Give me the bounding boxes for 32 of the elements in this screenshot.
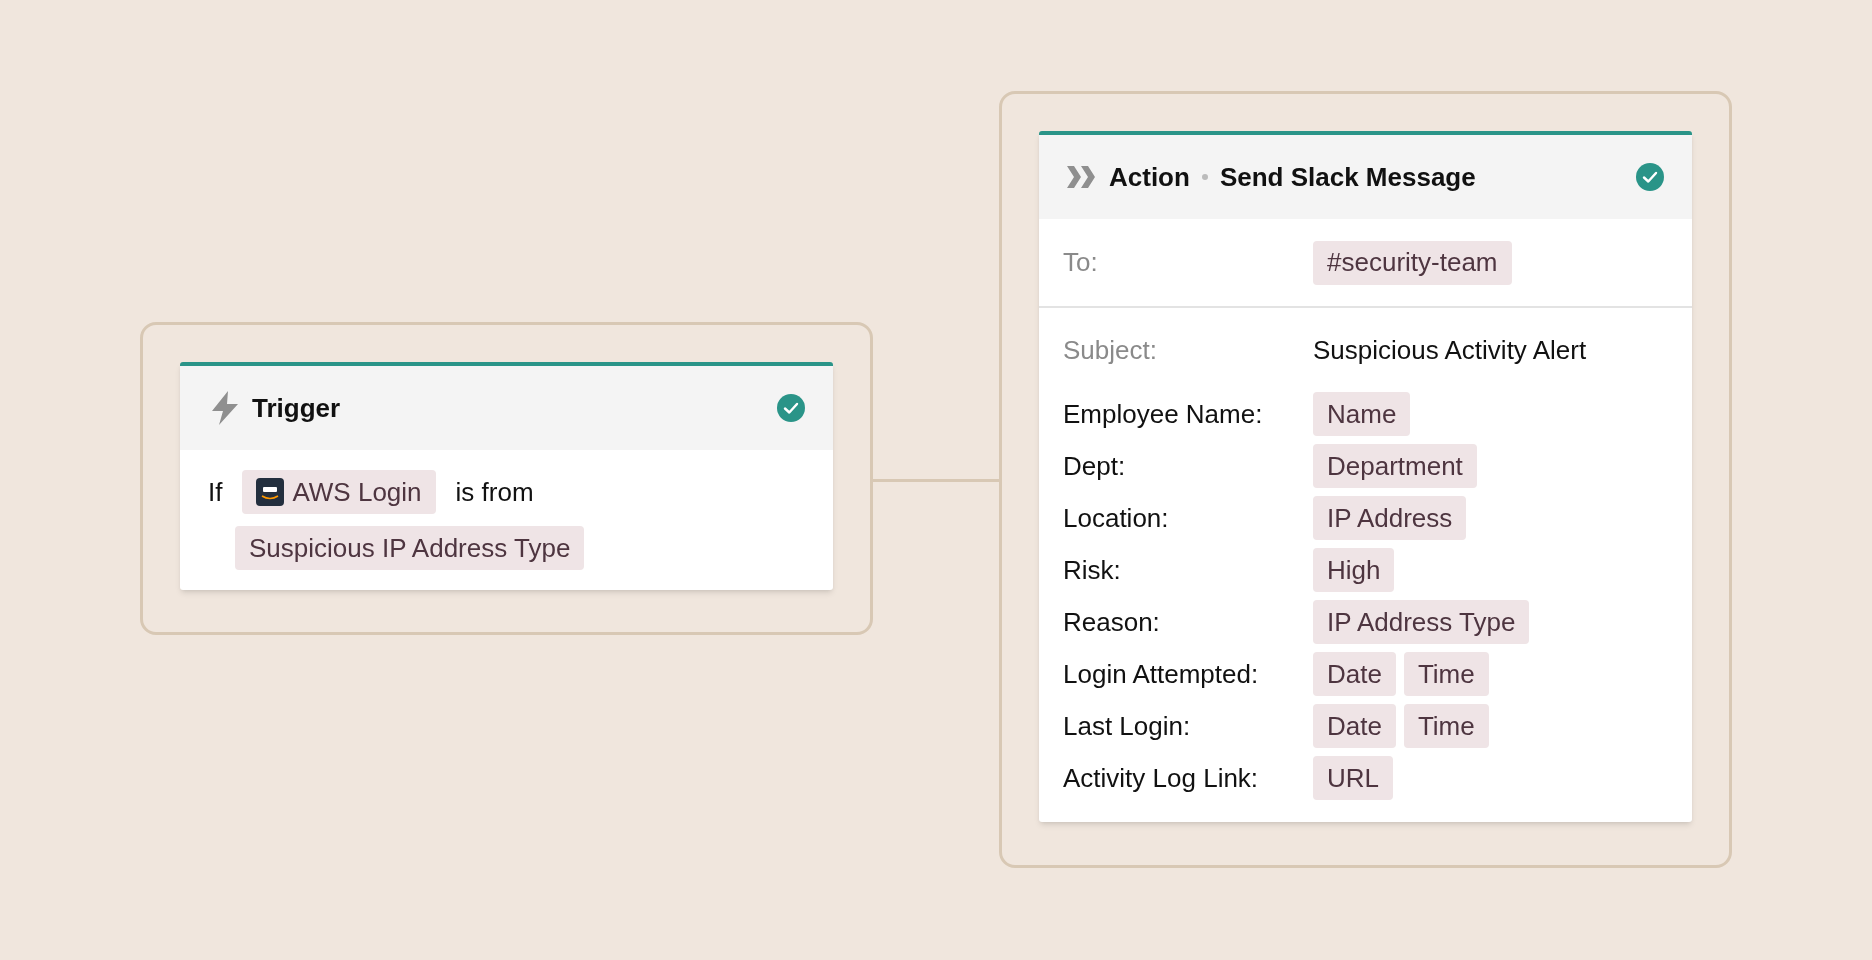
field-label: Location: <box>1063 501 1170 535</box>
token-chip: Department <box>1313 444 1477 488</box>
token-chip: Date <box>1313 704 1396 748</box>
field-label: Employee Name: <box>1063 397 1264 431</box>
card-title: Send Slack Message <box>1219 160 1476 194</box>
double-chevron-icon <box>1067 166 1097 188</box>
token-chip: Name <box>1313 392 1411 436</box>
token-chip: High <box>1313 548 1395 592</box>
subject-text: Suspicious Activity Alert <box>1313 333 1587 367</box>
card-kind: Action <box>1109 160 1190 194</box>
card-title: Trigger <box>252 391 341 425</box>
token-chip: Suspicious IP Address Type <box>235 526 585 570</box>
field-label: Activity Log Link: <box>1063 761 1260 795</box>
field-label: Login Attempted: <box>1063 657 1260 691</box>
condition-text: is from <box>454 475 535 509</box>
token-chip: IP Address Type <box>1313 600 1530 644</box>
token-chip: #security-team <box>1313 240 1512 285</box>
token-chip: URL <box>1313 756 1393 800</box>
condition-text: If <box>207 475 224 509</box>
field-label: Risk: <box>1063 553 1122 587</box>
field-label: Reason: <box>1063 605 1161 639</box>
field-label: Dept: <box>1063 449 1127 483</box>
action-card[interactable] <box>1039 131 1692 822</box>
token-chip: Time <box>1403 704 1489 748</box>
trigger-card[interactable]: Trigger If AWS Login is from Suspicious IP Address Type <box>180 362 833 590</box>
field-label: To: <box>1063 246 1099 279</box>
token-chip: AWS Login <box>242 470 436 514</box>
token-chip: Time <box>1403 652 1489 696</box>
field-label: Subject: <box>1063 333 1158 367</box>
token-chip: Date <box>1313 652 1396 696</box>
token-chip: IP Address <box>1313 496 1467 540</box>
field-label: Last Login: <box>1063 709 1192 743</box>
